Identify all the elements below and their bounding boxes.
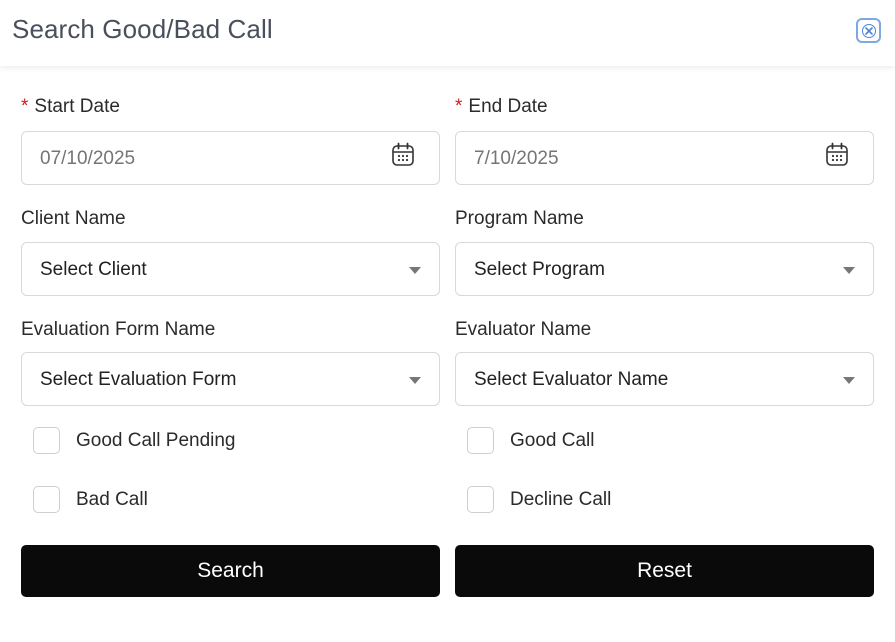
reset-button[interactable]: Reset [455, 545, 874, 597]
bad-call-checkbox[interactable]: Bad Call [33, 486, 148, 513]
end-date-input[interactable]: 7/10/2025 [455, 131, 874, 185]
evaluator-select[interactable]: Select Evaluator Name [455, 352, 874, 406]
required-mark: * [455, 96, 463, 117]
program-select[interactable]: Select Program [455, 242, 874, 296]
client-select-value: Select Client [40, 259, 147, 280]
start-date-input[interactable]: 07/10/2025 [21, 131, 440, 185]
evaluation-form-select[interactable]: Select Evaluation Form [21, 352, 440, 406]
decline-call-checkbox[interactable]: Decline Call [467, 486, 611, 513]
checkbox-box[interactable] [467, 486, 494, 513]
search-button[interactable]: Search [21, 545, 440, 597]
search-good-bad-call-modal: Search Good/Bad Call * Start Date 07/10/2… [0, 0, 895, 642]
end-date-value: 7/10/2025 [474, 148, 559, 169]
chevron-down-icon [409, 377, 421, 384]
calendar-icon[interactable] [391, 142, 415, 168]
close-button[interactable] [856, 18, 881, 43]
evaluation-form-select-value: Select Evaluation Form [40, 369, 237, 390]
end-date-label-text: End Date [468, 96, 548, 117]
chevron-down-icon [843, 267, 855, 274]
modal-title: Search Good/Bad Call [12, 14, 273, 44]
start-date-label: * Start Date [21, 96, 120, 118]
good-call-pending-label: Good Call Pending [76, 429, 236, 451]
checkbox-box[interactable] [467, 427, 494, 454]
decline-call-label: Decline Call [510, 488, 612, 510]
checkbox-box[interactable] [33, 486, 60, 513]
end-date-label: * End Date [455, 96, 548, 118]
close-icon [861, 23, 876, 38]
bad-call-label: Bad Call [76, 488, 148, 510]
start-date-label-text: Start Date [34, 96, 120, 117]
checkbox-box[interactable] [33, 427, 60, 454]
start-date-value: 07/10/2025 [40, 148, 136, 169]
required-mark: * [21, 96, 29, 117]
chevron-down-icon [409, 267, 421, 274]
good-call-pending-checkbox[interactable]: Good Call Pending [33, 427, 236, 454]
good-call-checkbox[interactable]: Good Call [467, 427, 595, 454]
client-select[interactable]: Select Client [21, 242, 440, 296]
evaluator-select-value: Select Evaluator Name [474, 369, 669, 390]
chevron-down-icon [843, 377, 855, 384]
evaluator-name-label: Evaluator Name [455, 319, 592, 340]
client-name-label: Client Name [21, 208, 126, 229]
modal-header: Search Good/Bad Call [0, 0, 895, 66]
program-select-value: Select Program [474, 259, 605, 280]
good-call-label: Good Call [510, 429, 595, 451]
evaluation-form-label: Evaluation Form Name [21, 319, 216, 340]
calendar-icon[interactable] [825, 142, 849, 168]
program-name-label: Program Name [455, 208, 584, 229]
